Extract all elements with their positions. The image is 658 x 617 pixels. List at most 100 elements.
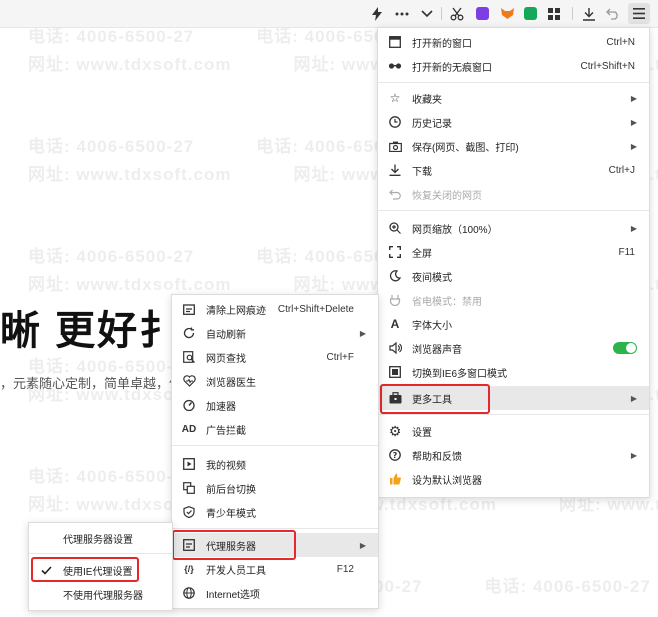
page-subline: ，元素随心定制，简单卓越，体 — [0, 376, 183, 391]
watermark-web: 网址: www.tdxsoft.com — [28, 165, 232, 184]
ad-icon: AD — [181, 423, 197, 435]
arrow-right-icon: ▶ — [630, 450, 637, 460]
video-icon — [182, 457, 196, 471]
menu-divider — [29, 553, 172, 554]
menu-divider — [378, 82, 649, 83]
menu-item-new-incognito-window[interactable]: 打开新的无痕窗口 Ctrl+Shift+N — [378, 54, 649, 78]
menu-item-browser-doctor[interactable]: 浏览器医生 — [172, 369, 378, 393]
menu-item-help-feedback[interactable]: ? 帮助和反馈 ▶ — [378, 443, 649, 467]
menu-divider — [378, 210, 649, 211]
toolbar-divider — [441, 7, 442, 20]
ie-icon — [388, 365, 402, 379]
menu-item-history[interactable]: 历史记录 ▶ — [378, 110, 649, 134]
menu-item-downloads[interactable]: 下载 Ctrl+J — [378, 158, 649, 182]
menu-item-set-default-browser[interactable]: 设为默认浏览器 — [378, 467, 649, 491]
menu-item-font-size[interactable]: A 字体大小 — [378, 312, 649, 336]
gauge-icon — [182, 398, 196, 412]
menu-item-foreground-background[interactable]: 前后台切换 — [172, 476, 378, 500]
download-icon[interactable] — [580, 3, 598, 24]
menu-item-zoom[interactable]: 网页缩放（100%） ▶ — [378, 216, 649, 240]
undo-icon — [388, 187, 402, 201]
menu-item-ad-block[interactable]: AD 广告拦截 — [172, 417, 378, 441]
watermark-phone: 电话: 4006-6500-27 — [28, 247, 195, 266]
menu-item-favorites[interactable]: ☆ 收藏夹 ▶ — [378, 86, 649, 110]
menu-item-night-mode[interactable]: 夜间模式 — [378, 264, 649, 288]
menu-item-restore-closed[interactable]: 恢复关闭的网页 — [378, 182, 649, 206]
speaker-icon — [388, 341, 402, 355]
browser-toolbar — [0, 0, 658, 28]
lightning-icon[interactable] — [368, 3, 386, 24]
arrow-right-icon: ▶ — [630, 223, 637, 233]
watermark-web: 网址: www.tdxsoft.com — [28, 275, 232, 294]
menu-item-proxy-server[interactable]: 代理服务器 ▶ — [172, 533, 378, 557]
more-tools-submenu: 清除上网痕迹 Ctrl+Shift+Delete 自动刷新 ▶ 网页查找 Ctrl+F… — [171, 294, 379, 609]
scissors-icon[interactable] — [448, 3, 466, 24]
hamburger-menu-icon[interactable] — [628, 3, 650, 24]
svg-text:?: ? — [393, 451, 398, 460]
incognito-icon — [388, 59, 402, 73]
menu-divider — [172, 528, 378, 529]
menu-item-save[interactable]: 保存(网页、截图、打印) ▶ — [378, 134, 649, 158]
find-icon — [182, 350, 196, 364]
gear-icon: ⚙ — [388, 422, 402, 439]
menu-item-proxy-settings[interactable]: 代理服务器设置 — [29, 526, 172, 550]
camera-icon — [388, 139, 402, 153]
thumb-icon — [388, 472, 402, 486]
menu-item-developer-tools[interactable]: {/} 开发人员工具 F12 — [172, 557, 378, 581]
refresh-icon — [182, 326, 196, 340]
power-icon — [388, 293, 402, 307]
arrow-right-icon: ▶ — [359, 328, 366, 338]
check-icon — [39, 563, 53, 577]
menu-item-settings[interactable]: ⚙ 设置 — [378, 419, 649, 443]
menu-divider — [378, 414, 649, 415]
zoom-icon — [388, 221, 402, 235]
purple-app-icon[interactable] — [474, 3, 490, 24]
toolbar-divider — [572, 7, 573, 20]
menu-item-find-in-page[interactable]: 网页查找 Ctrl+F — [172, 345, 378, 369]
code-icon: {/} — [184, 564, 194, 574]
chevron-down-icon[interactable] — [418, 3, 436, 24]
menu-item-my-videos[interactable]: 我的视频 — [172, 452, 378, 476]
window-icon — [388, 35, 402, 49]
clock-icon — [388, 115, 402, 129]
menu-item-auto-refresh[interactable]: 自动刷新 ▶ — [172, 321, 378, 345]
fox-icon[interactable] — [498, 3, 516, 24]
menu-item-accelerator[interactable]: 加速器 — [172, 393, 378, 417]
moon-icon — [388, 269, 402, 283]
main-menu: 打开新的窗口 Ctrl+N 打开新的无痕窗口 Ctrl+Shift+N ☆ 收藏夹 ▶ … — [377, 27, 650, 498]
menu-item-new-window[interactable]: 打开新的窗口 Ctrl+N — [378, 30, 649, 54]
page-headline: 晰 更好扌 — [0, 309, 182, 353]
switch-icon — [182, 481, 196, 495]
green-app-icon[interactable] — [522, 3, 538, 24]
menu-item-more-tools[interactable]: 更多工具 ▶ — [378, 386, 649, 410]
arrow-right-icon: ▶ — [630, 141, 637, 151]
help-icon: ? — [388, 448, 402, 462]
more-icon[interactable] — [392, 3, 412, 24]
menu-item-youth-mode[interactable]: 青少年模式 — [172, 500, 378, 524]
undo-icon[interactable] — [604, 3, 622, 24]
arrow-right-icon: ▶ — [359, 540, 366, 550]
menu-item-clear-history[interactable]: 清除上网痕迹 Ctrl+Shift+Delete — [172, 297, 378, 321]
watermark-phone: 电话: 4006-6500-27 — [28, 467, 195, 486]
menu-item-internet-options[interactable]: Internet选项 — [172, 581, 378, 605]
watermark-phone: 电话: 4006-6500-27 — [484, 577, 651, 596]
download-icon — [388, 163, 402, 177]
menu-item-browser-sound[interactable]: 浏览器声音 — [378, 336, 649, 360]
arrow-right-icon: ▶ — [630, 93, 637, 103]
menu-item-ie6-mode[interactable]: 切换到IE6多窗口模式 — [378, 360, 649, 384]
watermark-phone: 电话: 4006-6500-27 — [28, 137, 195, 156]
menu-divider — [172, 445, 378, 446]
menu-item-power-saving[interactable]: 省电模式：禁用 — [378, 288, 649, 312]
menu-item-use-ie-proxy[interactable]: 使用IE代理设置 — [29, 558, 172, 582]
sound-toggle[interactable] — [613, 342, 637, 354]
heart-icon — [182, 374, 196, 388]
menu-item-no-proxy[interactable]: 不使用代理服务器 — [29, 582, 172, 606]
toolbox-icon — [388, 391, 402, 405]
arrow-right-icon: ▶ — [630, 117, 637, 127]
grid-icon[interactable] — [545, 3, 563, 24]
menu-item-fullscreen[interactable]: 全屏 F11 — [378, 240, 649, 264]
font-icon: A — [390, 317, 400, 331]
fullscreen-icon — [388, 245, 402, 259]
globe-icon — [182, 586, 196, 600]
clear-icon — [182, 302, 196, 316]
